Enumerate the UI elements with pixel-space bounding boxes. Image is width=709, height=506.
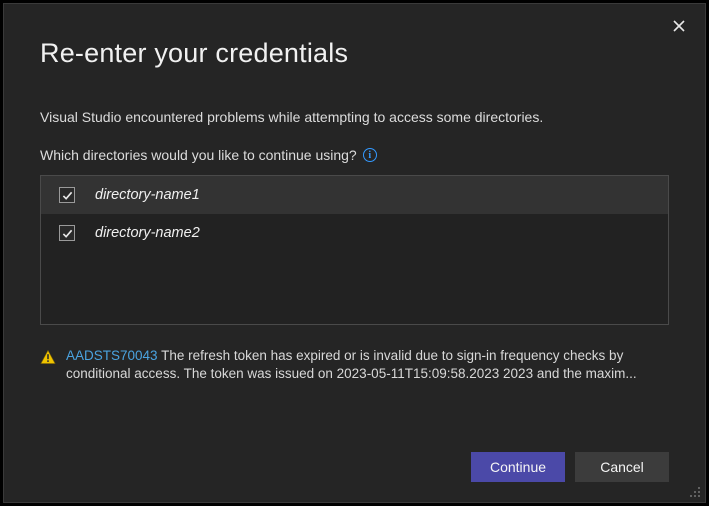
question-row: Which directories would you like to cont… [40,147,669,163]
error-text: AADSTS70043 The refresh token has expire… [66,347,669,383]
directory-checkbox[interactable] [59,187,75,203]
directory-checkbox[interactable] [59,225,75,241]
error-message: AADSTS70043 The refresh token has expire… [40,347,669,383]
checkmark-icon [62,190,73,201]
button-row: Continue Cancel [40,428,669,482]
directory-name: directory-name1 [95,187,200,203]
dialog-title: Re-enter your credentials [40,38,669,69]
directory-row[interactable]: directory-name2 [41,214,668,252]
warning-icon [40,349,56,370]
dialog-subtitle: Visual Studio encountered problems while… [40,109,669,125]
cancel-button[interactable]: Cancel [575,452,669,482]
directory-name: directory-name2 [95,225,200,241]
resize-grip-icon[interactable] [687,484,701,498]
close-button[interactable] [667,14,691,38]
directory-row[interactable]: directory-name1 [41,176,668,214]
checkmark-icon [62,228,73,239]
directory-list: directory-name1 directory-name2 [40,175,669,325]
question-text: Which directories would you like to cont… [40,147,357,163]
close-icon [673,20,685,32]
info-icon[interactable]: i [363,148,377,162]
credentials-dialog: Re-enter your credentials Visual Studio … [3,3,706,503]
continue-button[interactable]: Continue [471,452,565,482]
error-code: AADSTS70043 [66,348,158,363]
